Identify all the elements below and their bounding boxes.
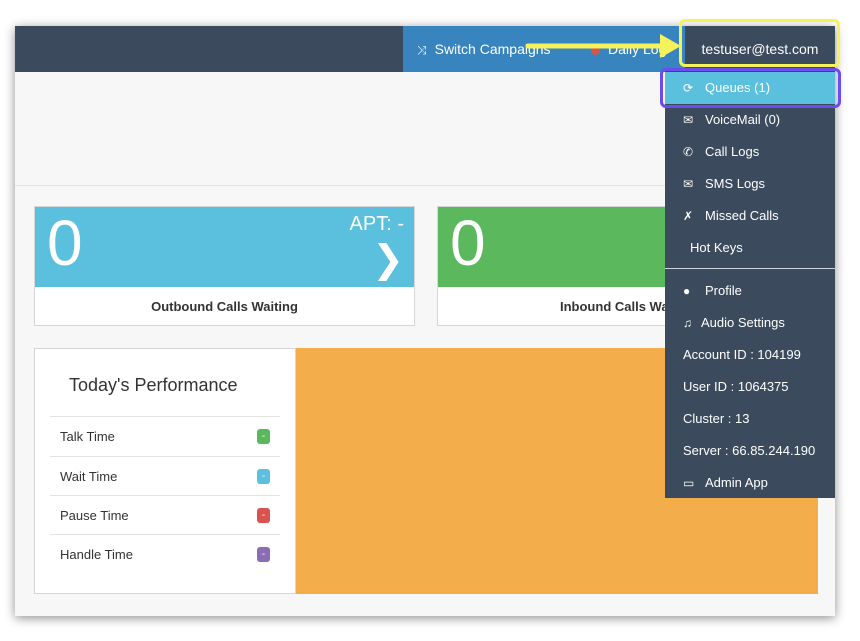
status-badge: - — [257, 547, 270, 562]
menu-item-label: Admin App — [705, 475, 768, 490]
menu-item-sms-logs[interactable]: ✉ SMS Logs — [665, 168, 835, 200]
menu-item-audio-settings[interactable]: ♫ Audio Settings — [665, 307, 835, 339]
menu-item-label: Hot Keys — [690, 240, 743, 255]
daily-log-status-icon — [591, 45, 600, 55]
monitor-icon: ▭ — [683, 476, 695, 490]
apt-value: APT: - — [349, 213, 404, 235]
menu-item-label: Missed Calls — [705, 208, 779, 223]
performance-title: Today's Performance — [69, 375, 238, 395]
menu-item-hot-keys[interactable]: Hot Keys — [665, 232, 835, 264]
performance-row: Talk Time - — [50, 416, 280, 455]
outbound-calls-count: 0 — [47, 207, 83, 279]
performance-panel: Today's Performance Talk Time - Wait Tim… — [34, 348, 296, 594]
daily-log-label: Daily Log — [608, 41, 667, 57]
menu-item-label: Audio Settings — [701, 315, 785, 330]
server-info: Server : 66.85.244.190 — [665, 435, 835, 467]
menu-item-label: SMS Logs — [705, 176, 765, 191]
account-id-info: Account ID : 104199 — [665, 339, 835, 371]
menu-item-label: Call Logs — [705, 144, 760, 159]
performance-row-name: Handle Time — [60, 547, 133, 562]
user-icon: ● — [683, 284, 691, 298]
cluster-info: Cluster : 13 — [665, 403, 835, 435]
phone-icon: ✆ — [683, 145, 694, 159]
user-id-info: User ID : 1064375 — [665, 371, 835, 403]
menu-divider — [665, 268, 835, 269]
status-badge: - — [257, 469, 270, 484]
performance-row: Wait Time - — [50, 456, 280, 495]
missed-call-icon: ✗ — [683, 209, 694, 223]
highlight-box-user-menu — [679, 19, 840, 67]
highlight-box-queues — [660, 68, 841, 108]
performance-row-name: Wait Time — [60, 469, 118, 484]
menu-item-profile[interactable]: ● Profile — [665, 275, 835, 307]
switch-campaigns-label: Switch Campaigns — [434, 41, 551, 57]
menu-item-label: Profile — [705, 283, 742, 298]
menu-item-label: User ID : 1064375 — [683, 379, 789, 394]
menu-item-label: Account ID : 104199 — [683, 347, 801, 362]
menu-item-voicemail[interactable]: ✉ VoiceMail (0) — [665, 104, 835, 136]
menu-item-admin-app[interactable]: ▭ Admin App — [665, 467, 835, 499]
performance-row-name: Pause Time — [60, 508, 129, 523]
envelope-icon: ✉ — [683, 113, 694, 127]
status-badge: - — [257, 508, 270, 523]
menu-item-label: VoiceMail (0) — [705, 112, 781, 127]
chevron-right-icon[interactable]: ❯ — [372, 237, 404, 282]
menu-item-missed-calls[interactable]: ✗ Missed Calls — [665, 200, 835, 232]
outbound-calls-top: 0 APT: - ❯ — [35, 207, 414, 287]
status-badge: - — [257, 429, 270, 444]
menu-item-label: Server : 66.85.244.190 — [683, 443, 816, 458]
performance-row-name: Talk Time — [60, 429, 115, 444]
outbound-calls-card[interactable]: 0 APT: - ❯ Outbound Calls Waiting — [34, 206, 415, 326]
inbound-calls-count: 0 — [450, 207, 486, 279]
menu-item-call-logs[interactable]: ✆ Call Logs — [665, 136, 835, 168]
user-dropdown-menu: ⟳ Queues (1) ✉ VoiceMail (0) ✆ Call Logs ✉ S… — [665, 70, 835, 498]
menu-item-label: Cluster : 13 — [683, 411, 750, 426]
performance-row: Pause Time - — [50, 495, 280, 534]
shuffle-icon: ⤨ — [417, 43, 427, 57]
headphones-icon: ♫ — [683, 316, 692, 330]
outbound-calls-label: Outbound Calls Waiting — [151, 299, 298, 314]
performance-row: Handle Time - — [50, 534, 280, 573]
daily-log-button[interactable]: Daily Log — [591, 26, 666, 72]
envelope-icon: ✉ — [683, 177, 694, 191]
app-window: ⤨ Switch Campaigns Daily Log testuser@tes… — [15, 26, 835, 616]
